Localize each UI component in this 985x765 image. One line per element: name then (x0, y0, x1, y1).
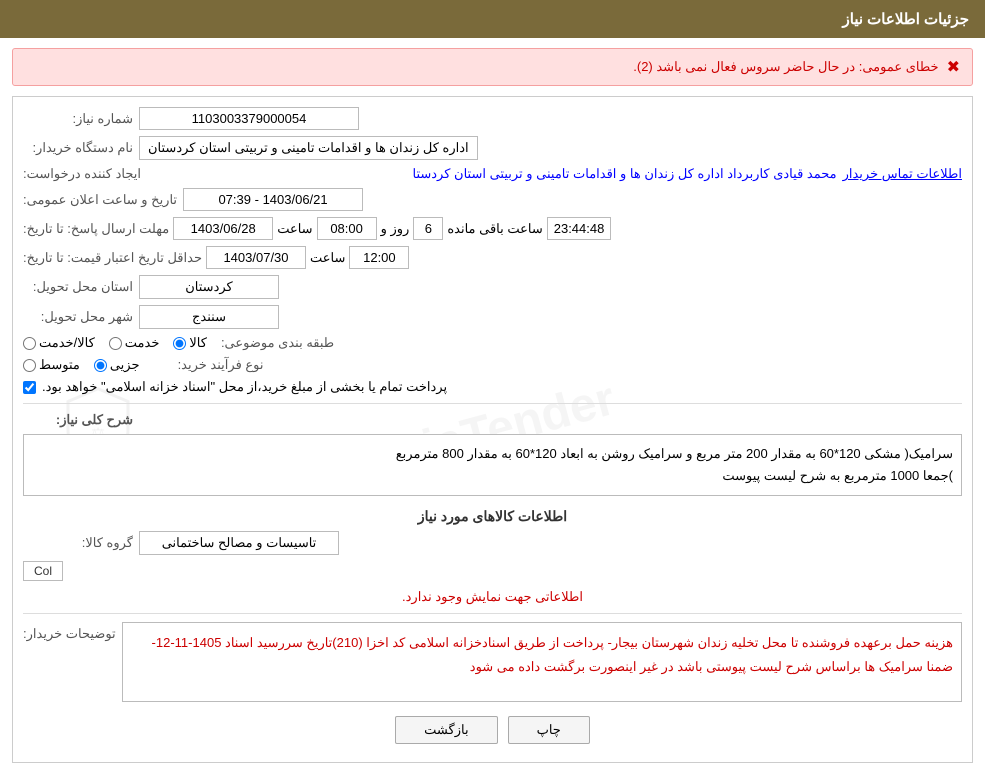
delivery-province-row: کردستان استان محل تحویل: (23, 275, 962, 299)
error-icon: ✖ (947, 57, 960, 77)
print-button[interactable]: چاپ (508, 716, 590, 744)
no-info-text: اطلاعاتی جهت نمایش وجود ندارد. (23, 589, 962, 605)
goods-section-title: اطلاعات کالاهای مورد نیاز (23, 508, 962, 525)
buyer-org-label: نام دستگاه خریدار: (23, 140, 133, 156)
buyer-org-row: اداره کل زندان ها و اقدامات تامینی و ترب… (23, 136, 962, 160)
category-khedmat-radio[interactable] (109, 337, 122, 350)
purchase-motavas-radio[interactable] (23, 359, 36, 372)
need-number-row: 1103003379000054 شماره نیاز: (23, 107, 962, 130)
category-kala-khedmat-label: کالا/خدمت (39, 335, 95, 351)
price-validity-row: 12:00 ساعت 1403/07/30 حداقل تاریخ اعتبار… (23, 246, 962, 269)
buyer-notes-value: هزینه حمل برعهده فروشنده تا محل تخلیه زن… (152, 635, 953, 673)
price-validity-label: حداقل تاریخ اعتبار قیمت: تا تاریخ: (23, 250, 202, 266)
summary-value-box: سرامیک( مشکی 120*60 به مقدار 200 متر مرب… (23, 434, 962, 496)
category-row: طبقه بندی موضوعی: کالا خدمت کالا/خدمت (23, 335, 962, 351)
creator-contact-link[interactable]: اطلاعات تماس خریدار (843, 166, 962, 182)
treasury-checkbox[interactable] (23, 381, 36, 394)
delivery-city-row: سنندج شهر محل تحویل: (23, 305, 962, 329)
checkbox-row: پرداخت تمام یا بخشی از مبلغ خرید،از محل … (23, 379, 962, 395)
deadline-remaining-label: ساعت باقی مانده (447, 221, 542, 237)
purchase-motavas-label: متوسط (39, 357, 80, 373)
price-validity-time-label: ساعت (310, 250, 345, 266)
error-text: خطای عمومی: در حال حاضر سروس فعال نمی با… (633, 59, 938, 75)
main-content-box: ⚖ AriaTender 1103003379000054 شماره نیاز… (12, 96, 973, 763)
buyer-notes-box: هزینه حمل برعهده فروشنده تا محل تخلیه زن… (122, 622, 962, 702)
summary-value: سرامیک( مشکی 120*60 به مقدار 200 متر مرب… (396, 446, 953, 483)
buyer-notes-label: توضیحات خریدار: (23, 622, 116, 642)
error-banner: خطای عمومی: در حال حاضر سروس فعال نمی با… (12, 48, 973, 86)
announce-datetime-value: 1403/06/21 - 07:39 (183, 188, 363, 211)
content-inner: 1103003379000054 شماره نیاز: اداره کل زن… (23, 107, 962, 744)
purchase-type-motavas[interactable]: متوسط (23, 357, 80, 373)
deadline-time-value: 08:00 (317, 217, 377, 240)
delivery-city-label: شهر محل تحویل: (23, 309, 133, 325)
purchase-jozi-radio[interactable] (94, 359, 107, 372)
price-validity-date-value: 1403/07/30 (206, 246, 306, 269)
purchase-type-jozi[interactable]: جزیی (94, 357, 140, 373)
category-kala-radio[interactable] (173, 337, 186, 350)
col-badge-area: Col (23, 561, 962, 581)
page-header: جزئیات اطلاعات نیاز (0, 0, 985, 38)
delivery-province-label: استان محل تحویل: (23, 279, 133, 295)
separator-1 (23, 403, 962, 404)
deadline-label: مهلت ارسال پاسخ: تا تاریخ: (23, 221, 169, 237)
summary-label: شرح کلی نیاز: (23, 412, 133, 428)
buyer-notes-outer: هزینه حمل برعهده فروشنده تا محل تخلیه زن… (23, 622, 962, 702)
category-kala-khedmat-radio[interactable] (23, 337, 36, 350)
buyer-org-value: اداره کل زندان ها و اقدامات تامینی و ترب… (139, 136, 478, 160)
delivery-city-value: سنندج (139, 305, 279, 329)
back-button[interactable]: بازگشت (395, 716, 497, 744)
creator-value: محمد قیادی کاربرداد اداره کل زندان ها و … (147, 166, 837, 182)
deadline-date-value: 1403/06/28 (173, 217, 273, 240)
deadline-day-label: روز و (381, 221, 410, 237)
category-khedmat-label: خدمت (125, 335, 160, 351)
col-badge: Col (23, 561, 63, 581)
creator-label: ایجاد کننده درخواست: (23, 166, 141, 182)
category-option-khedmat[interactable]: خدمت (109, 335, 160, 351)
page-title: جزئیات اطلاعات نیاز (843, 11, 970, 28)
purchase-jozi-label: جزیی (110, 357, 140, 373)
page-wrapper: جزئیات اطلاعات نیاز خطای عمومی: در حال ح… (0, 0, 985, 765)
category-label: طبقه بندی موضوعی: (221, 335, 334, 351)
need-number-value: 1103003379000054 (139, 107, 359, 130)
category-option-kala-khedmat[interactable]: کالا/خدمت (23, 335, 95, 351)
deadline-day-value: 6 (413, 217, 443, 240)
separator-2 (23, 613, 962, 614)
announce-datetime-label: تاریخ و ساعت اعلان عمومی: (23, 192, 177, 208)
price-validity-time-value: 12:00 (349, 246, 409, 269)
announce-datetime-row: 1403/06/21 - 07:39 تاریخ و ساعت اعلان عم… (23, 188, 962, 211)
checkbox-label: پرداخت تمام یا بخشی از مبلغ خرید،از محل … (42, 379, 447, 395)
category-option-kala[interactable]: کالا (173, 335, 207, 351)
deadline-row: 23:44:48 ساعت باقی مانده 6 روز و 08:00 س… (23, 217, 962, 240)
buttons-row: چاپ بازگشت (23, 716, 962, 744)
deadline-time-label: ساعت (277, 221, 312, 237)
goods-group-label: گروه کالا: (23, 535, 133, 551)
goods-group-row: تاسیسات و مصالح ساختمانی گروه کالا: (23, 531, 962, 555)
delivery-province-value: کردستان (139, 275, 279, 299)
summary-label-row: شرح کلی نیاز: (23, 412, 962, 428)
need-number-label: شماره نیاز: (23, 111, 133, 127)
purchase-type-row: نوع فرآیند خرید: جزیی متوسط (23, 357, 962, 373)
goods-group-value: تاسیسات و مصالح ساختمانی (139, 531, 339, 555)
deadline-remaining-value: 23:44:48 (547, 217, 612, 240)
purchase-type-label: نوع فرآیند خرید: (154, 357, 264, 373)
creator-row: اطلاعات تماس خریدار محمد قیادی کاربرداد … (23, 166, 962, 182)
category-kala-label: کالا (189, 335, 207, 351)
